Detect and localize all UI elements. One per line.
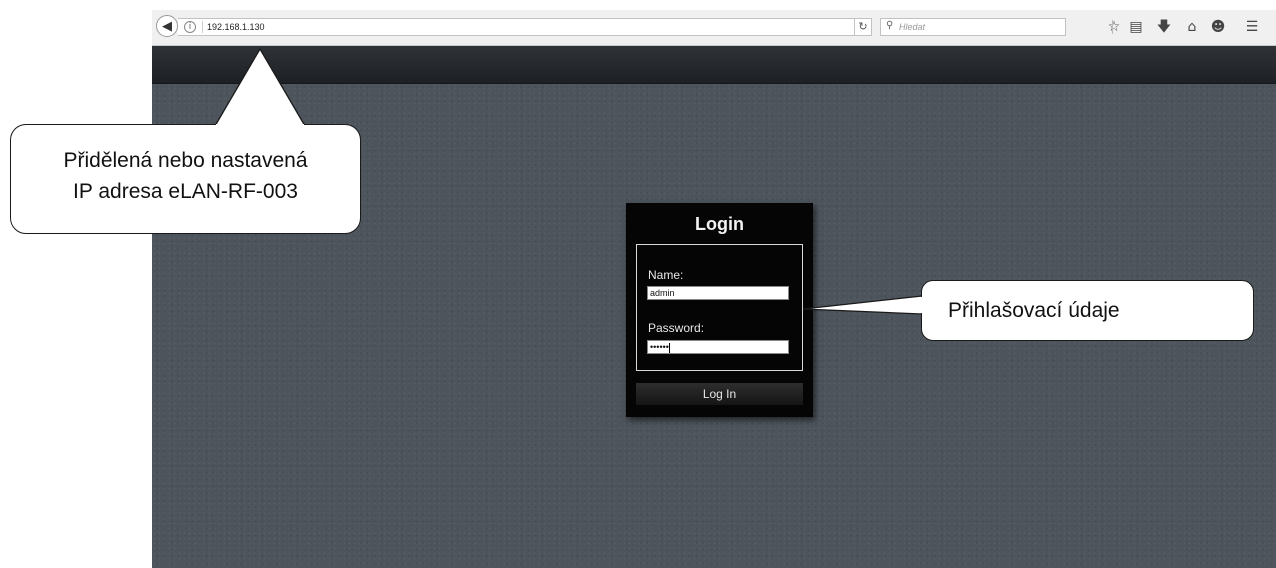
credentials-callout: Přihlašovací údaje — [921, 280, 1254, 341]
credentials-callout-joint — [920, 297, 923, 313]
browser-toolbar: ◀ i 192.168.1.130 ↻ ⚲ Hledat ☆ ▤ 🡇 ⌂ ☻ ☰ — [152, 10, 1276, 46]
star-icon[interactable]: ☆ — [1104, 17, 1124, 37]
ip-callout: Přidělená nebo nastavená IP adresa eLAN-… — [10, 124, 361, 234]
ip-callout-joint — [216, 124, 304, 127]
reading-list-icon[interactable]: ▤ — [1126, 17, 1146, 37]
text-caret — [668, 342, 670, 353]
search-input[interactable]: ⚲ Hledat — [880, 18, 1066, 36]
login-title: Login — [695, 214, 744, 234]
address-bar[interactable]: i 192.168.1.130 — [178, 18, 872, 36]
url-text[interactable]: 192.168.1.130 — [207, 20, 265, 34]
name-input-value: admin — [650, 288, 675, 298]
name-label: Name: — [648, 268, 684, 282]
menu-icon[interactable]: ☰ — [1242, 17, 1262, 37]
ip-callout-text: Přidělená nebo nastavená IP adresa eLAN-… — [11, 145, 360, 207]
password-input[interactable]: •••••• — [647, 340, 789, 354]
search-placeholder: Hledat — [899, 22, 926, 32]
credentials-callout-text: Přihlašovací údaje — [948, 299, 1120, 322]
ip-callout-line1: Přidělená nebo nastavená — [63, 149, 308, 172]
chat-icon[interactable]: ☻ — [1208, 17, 1228, 37]
login-button[interactable]: Log In — [636, 383, 803, 405]
info-icon[interactable]: i — [184, 21, 196, 33]
search-icon: ⚲ — [886, 20, 894, 31]
name-input[interactable]: admin — [647, 286, 789, 300]
download-icon[interactable]: 🡇 — [1154, 17, 1174, 37]
page-header-bar — [152, 46, 1276, 84]
toolbar-divider — [1112, 20, 1113, 34]
home-icon[interactable]: ⌂ — [1182, 17, 1202, 37]
reload-icon[interactable]: ↻ — [854, 18, 872, 36]
login-form: Name: admin Password: •••••• — [636, 244, 803, 371]
back-arrow-icon[interactable]: ◀ — [156, 15, 178, 37]
password-input-value: •••••• — [650, 342, 669, 352]
login-dialog: Login Name: admin Password: •••••• Log I… — [626, 203, 813, 417]
address-divider — [202, 21, 203, 33]
ip-callout-line2: IP adresa eLAN-RF-003 — [73, 180, 298, 203]
password-label: Password: — [648, 321, 705, 335]
